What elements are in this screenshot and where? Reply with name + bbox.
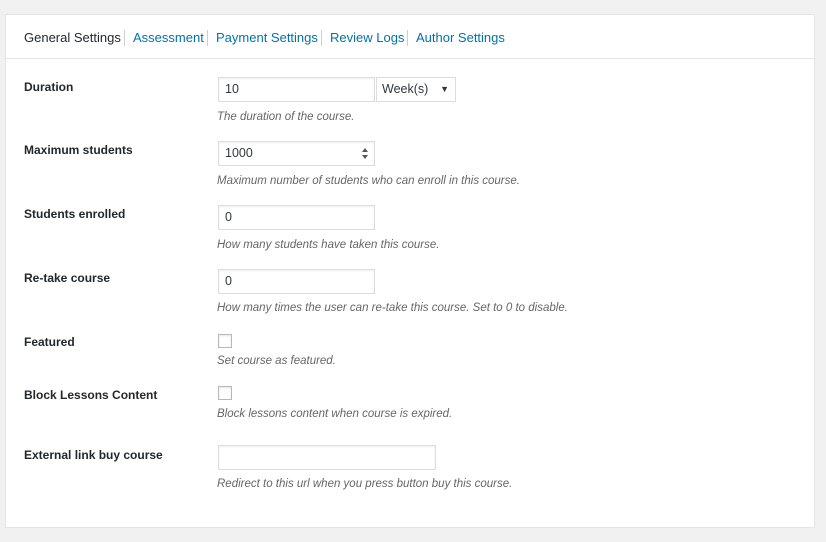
duration-unit-value: Week(s) [382, 82, 429, 96]
retake-course-input[interactable]: 0 [218, 269, 375, 294]
block-lessons-label: Block Lessons Content [24, 388, 158, 402]
block-lessons-checkbox[interactable] [218, 386, 232, 400]
retake-course-description: How many times the user can re-take this… [217, 302, 568, 314]
number-spinner-icon[interactable] [362, 147, 369, 160]
featured-label: Featured [24, 335, 75, 349]
duration-label: Duration [24, 80, 74, 94]
external-link-input[interactable] [218, 445, 436, 470]
external-link-description: Redirect to this url when you press butt… [217, 478, 513, 490]
max-students-input[interactable]: 1000 [218, 141, 375, 166]
students-enrolled-description: How many students have taken this course… [217, 239, 440, 251]
external-link-label: External link buy course [24, 448, 163, 462]
duration-input[interactable]: 10 [218, 77, 375, 102]
tab-divider [407, 30, 408, 46]
max-students-label: Maximum students [24, 143, 133, 157]
caret-down-icon: ▼ [440, 84, 449, 94]
tab-payment-settings[interactable]: Payment Settings [216, 29, 318, 47]
max-students-description: Maximum number of students who can enrol… [217, 175, 520, 187]
tab-general-settings[interactable]: General Settings [24, 29, 121, 47]
students-enrolled-label: Students enrolled [24, 207, 126, 221]
tab-divider [321, 30, 322, 46]
tab-divider [124, 30, 125, 46]
tab-assessment[interactable]: Assessment [133, 29, 204, 47]
tab-divider [207, 30, 208, 46]
students-enrolled-input[interactable]: 0 [218, 205, 375, 230]
featured-description: Set course as featured. [217, 355, 336, 367]
duration-unit-select[interactable]: Week(s) ▼ [376, 77, 456, 102]
duration-description: The duration of the course. [217, 111, 355, 123]
settings-tabs: General Settings Assessment Payment Sett… [6, 15, 814, 59]
tab-author-settings[interactable]: Author Settings [416, 29, 505, 47]
course-settings-panel: General Settings Assessment Payment Sett… [5, 14, 815, 528]
tab-review-logs[interactable]: Review Logs [330, 29, 404, 47]
featured-checkbox[interactable] [218, 334, 232, 348]
retake-course-label: Re-take course [24, 271, 111, 285]
block-lessons-description: Block lessons content when course is exp… [217, 408, 453, 420]
max-students-value: 1000 [225, 146, 253, 160]
